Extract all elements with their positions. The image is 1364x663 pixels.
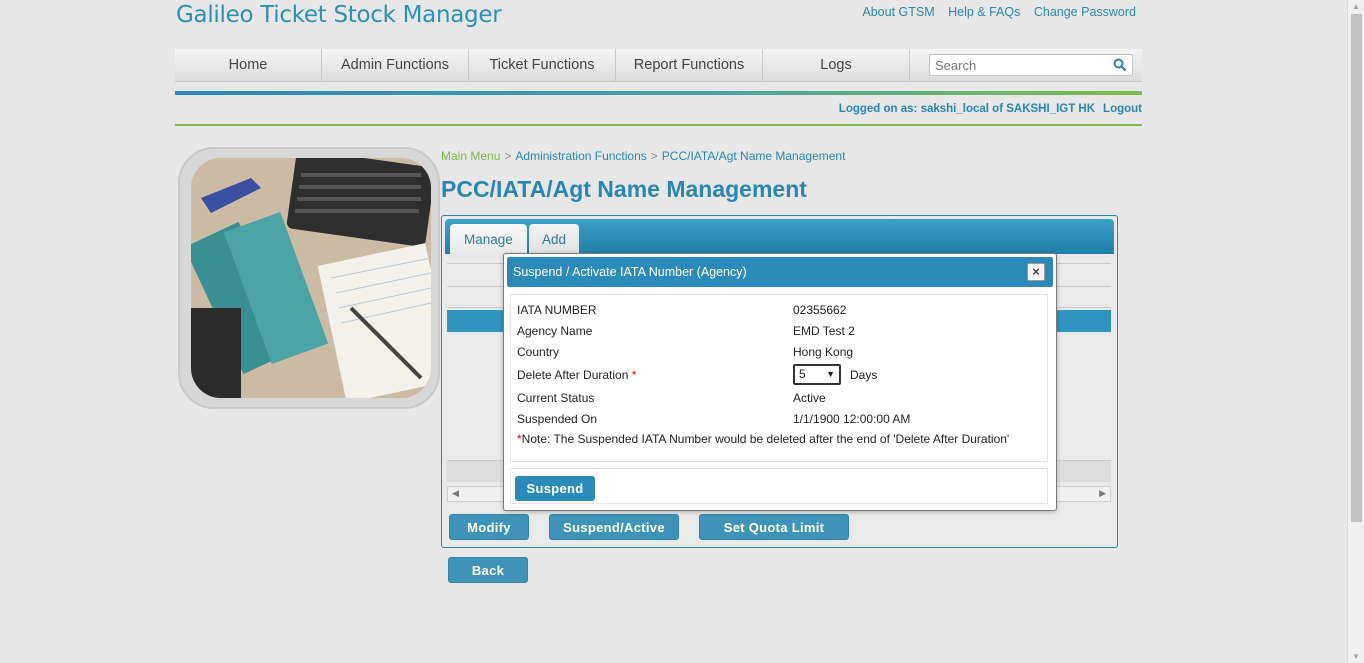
change-password-link[interactable]: Change Password xyxy=(1034,5,1136,19)
field-label: Suspended On xyxy=(517,412,598,426)
nav-home[interactable]: Home xyxy=(175,49,322,82)
app-title: Galileo Ticket Stock Manager xyxy=(176,2,502,28)
duration-selected-value: 5 xyxy=(799,367,806,381)
suspend-button[interactable]: Suspend xyxy=(515,476,595,501)
breadcrumb-current[interactable]: PCC/IATA/Agt Name Management xyxy=(662,149,846,163)
field-value: 02355662 xyxy=(793,303,847,317)
session-divider xyxy=(175,124,1142,126)
scroll-left-icon[interactable]: ◀ xyxy=(452,488,459,499)
field-label: IATA NUMBER xyxy=(517,303,597,317)
suspension-note: *Note: The Suspended IATA Number would b… xyxy=(517,431,1027,447)
tab-manage[interactable]: Manage xyxy=(450,224,527,255)
scroll-down-icon[interactable]: ▼ xyxy=(1352,652,1360,661)
decorative-photo-frame xyxy=(178,147,440,409)
breadcrumb: Main Menu > Administration Functions > PCC/I… xyxy=(441,149,845,163)
required-marker: * xyxy=(631,368,637,382)
logout-link[interactable]: Logout xyxy=(1103,103,1142,115)
field-label: Country xyxy=(517,345,560,359)
suspend-active-button[interactable]: Suspend/Active xyxy=(549,514,679,540)
main-nav: Home Admin Functions Ticket Functions Re… xyxy=(175,49,1142,82)
dialog-body: IATA NUMBER 02355662 Agency Name EMD Tes… xyxy=(510,294,1048,462)
modify-button[interactable]: Modify xyxy=(449,514,529,540)
duration-unit: Days xyxy=(850,368,878,382)
vertical-scrollbar[interactable]: ▲ ▼ xyxy=(1347,0,1364,663)
field-label: Delete After Duration * xyxy=(517,368,636,382)
search-input[interactable] xyxy=(930,55,1110,75)
close-icon[interactable]: × xyxy=(1027,263,1045,281)
scroll-right-icon[interactable]: ▶ xyxy=(1099,488,1106,499)
about-link[interactable]: About GTSM xyxy=(862,5,934,19)
dialog-header: Suspend / Activate IATA Number (Agency) … xyxy=(507,257,1053,287)
top-links: About GTSM Help & FAQs Change Password xyxy=(852,5,1136,19)
breadcrumb-main-menu[interactable]: Main Menu xyxy=(441,149,500,163)
session-info: Logged on as: sakshi_local of SAKSHI_IGT… xyxy=(839,103,1142,115)
note-text: Note: The Suspended IATA Number would be… xyxy=(521,432,1010,446)
dialog-title: Suspend / Activate IATA Number (Agency) xyxy=(513,265,747,279)
field-value: 1/1/1900 12:00:00 AM xyxy=(793,412,911,426)
suspend-activate-dialog: Suspend / Activate IATA Number (Agency) … xyxy=(503,253,1057,511)
logged-on-text: Logged on as: sakshi_local of SAKSHI_IGT… xyxy=(838,103,1096,115)
nav-logs[interactable]: Logs xyxy=(763,49,910,82)
chevron-down-icon: ▼ xyxy=(826,369,835,379)
tab-add[interactable]: Add xyxy=(529,224,580,255)
field-label: Agency Name xyxy=(517,324,593,338)
header-divider xyxy=(175,91,1142,95)
search-icon[interactable] xyxy=(1113,58,1127,72)
field-label: Current Status xyxy=(517,391,595,405)
back-button[interactable]: Back xyxy=(448,557,528,583)
help-link[interactable]: Help & FAQs xyxy=(948,5,1020,19)
breadcrumb-admin-functions[interactable]: Administration Functions xyxy=(515,149,646,163)
field-label-text: Delete After Duration xyxy=(517,368,629,382)
set-quota-limit-button[interactable]: Set Quota Limit xyxy=(699,514,849,540)
nav-report-functions[interactable]: Report Functions xyxy=(616,49,763,82)
breadcrumb-separator: > xyxy=(650,149,658,163)
search-box xyxy=(929,54,1133,76)
breadcrumb-separator: > xyxy=(504,149,512,163)
dialog-footer: Suspend xyxy=(510,468,1048,504)
page-title: PCC/IATA/Agt Name Management xyxy=(441,176,807,202)
nav-admin-functions[interactable]: Admin Functions xyxy=(322,49,469,82)
tab-header: Manage Add xyxy=(445,219,1114,255)
field-value: Hong Kong xyxy=(793,345,854,359)
scroll-up-icon[interactable]: ▲ xyxy=(1352,2,1360,11)
field-value: Active xyxy=(793,391,826,405)
travel-desk-photo xyxy=(191,158,431,398)
field-value: EMD Test 2 xyxy=(793,324,855,338)
nav-ticket-functions[interactable]: Ticket Functions xyxy=(469,49,616,82)
duration-select[interactable]: 5 ▼ xyxy=(793,364,841,385)
scrollbar-thumb[interactable] xyxy=(1351,14,1362,522)
